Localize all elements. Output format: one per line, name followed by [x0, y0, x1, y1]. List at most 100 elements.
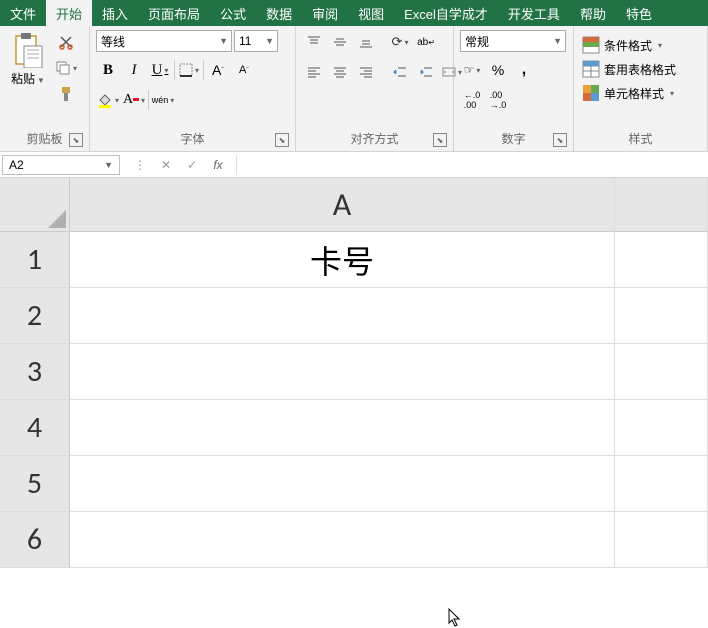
percent-button[interactable]: % [486, 58, 510, 82]
indent-decrease-button[interactable] [388, 60, 412, 84]
table-format-button[interactable]: 套用表格格式 [580, 58, 678, 80]
formula-input[interactable] [241, 156, 708, 174]
tab-7[interactable]: 视图 [348, 0, 394, 26]
fx-button[interactable]: fx [206, 155, 230, 175]
tab-8[interactable]: Excel自学成才 [394, 0, 498, 26]
cell-B6[interactable] [615, 512, 708, 568]
fb-enter-button[interactable]: ✓ [180, 155, 204, 175]
fill-color-button[interactable]: ▾ [96, 88, 120, 112]
chevron-down-icon: ▼ [262, 36, 277, 46]
group-label-clipboard: 剪贴板 [26, 132, 62, 146]
font-name-combo[interactable]: 等线▼ [96, 30, 232, 52]
wrap-text-button[interactable]: ab↵ [414, 30, 438, 54]
row-header-1[interactable]: 1 [0, 232, 70, 288]
fb-dots-button[interactable]: ⋮ [128, 155, 152, 175]
dialog-launcher[interactable]: ⬊ [275, 133, 289, 147]
cell-B1[interactable] [615, 232, 708, 288]
scissors-icon [58, 34, 74, 50]
conditional-format-button[interactable]: 条件格式▾ [580, 34, 664, 56]
tab-1[interactable]: 开始 [46, 0, 92, 26]
table-label: 套用表格格式 [604, 61, 676, 78]
currency-icon: ☞ [464, 63, 475, 77]
bold-button[interactable]: B [96, 58, 120, 82]
font-shrink-button[interactable]: Aˇ [232, 58, 256, 82]
fb-cancel-button[interactable]: ✕ [154, 155, 178, 175]
row-header-5[interactable]: 5 [0, 456, 70, 512]
cell-B2[interactable] [615, 288, 708, 344]
border-button[interactable]: ▾ [177, 58, 201, 82]
tab-4[interactable]: 公式 [210, 0, 256, 26]
row-header-2[interactable]: 2 [0, 288, 70, 344]
orientation-button[interactable]: ⟳▾ [388, 30, 412, 54]
paste-button[interactable]: 粘贴▼ [6, 30, 50, 89]
align-middle-button[interactable] [328, 30, 352, 54]
tab-11[interactable]: 特色 [616, 0, 662, 26]
table-icon [582, 60, 600, 78]
border-icon [179, 63, 193, 77]
italic-button[interactable]: I [122, 58, 146, 82]
align-bottom-icon [359, 35, 373, 49]
underline-button[interactable]: U▾ [148, 58, 172, 82]
format-painter-button[interactable] [54, 82, 78, 106]
chevron-down-icon: ▾ [195, 66, 199, 75]
cell-A1[interactable]: 卡号 [70, 232, 615, 288]
align-center-button[interactable] [328, 60, 352, 84]
cell-A6[interactable] [70, 512, 615, 568]
col-header-A[interactable]: A [70, 178, 615, 232]
name-box[interactable]: A2▼ [2, 155, 120, 175]
group-label-align: 对齐方式 [350, 132, 398, 146]
group-styles: 条件格式▾ 套用表格格式 单元格样式▾ 样式 [574, 26, 708, 151]
font-size-combo[interactable]: 11▼ [234, 30, 278, 52]
cut-button[interactable] [54, 30, 78, 54]
font-grow-button[interactable]: Aˆ [206, 58, 230, 82]
copy-button[interactable]: ▾ [54, 56, 78, 80]
cell-style-icon [582, 84, 600, 102]
cell-A3[interactable] [70, 344, 615, 400]
number-format: 常规 [461, 33, 493, 50]
currency-button[interactable]: ☞▾ [460, 58, 484, 82]
orientation-icon: ⟳ [392, 34, 403, 50]
cell-B4[interactable] [615, 400, 708, 456]
indent-increase-button[interactable] [414, 60, 438, 84]
col-header-B[interactable] [615, 178, 708, 232]
row-header-4[interactable]: 4 [0, 400, 70, 456]
chevron-down-icon: ▾ [670, 89, 674, 98]
cell-B5[interactable] [615, 456, 708, 512]
align-right-icon [359, 65, 373, 79]
tab-2[interactable]: 插入 [92, 0, 138, 26]
align-bottom-button[interactable] [354, 30, 378, 54]
decimal-decrease-button[interactable]: .00→.0 [486, 88, 510, 112]
cell-style-button[interactable]: 单元格样式▾ [580, 82, 676, 104]
tab-10[interactable]: 帮助 [570, 0, 616, 26]
ribbon: 粘贴▼ ▾ 剪贴板 ⬊ 等线▼ 11▼ B I U▾ ▾ Aˆ [0, 26, 708, 152]
comma-button[interactable]: , [512, 58, 536, 82]
select-all-corner[interactable] [0, 178, 70, 232]
align-left-button[interactable] [302, 60, 326, 84]
number-format-combo[interactable]: 常规▼ [460, 30, 566, 52]
row-header-3[interactable]: 3 [0, 344, 70, 400]
tab-9[interactable]: 开发工具 [498, 0, 570, 26]
align-right-button[interactable] [354, 60, 378, 84]
conditional-label: 条件格式 [604, 37, 652, 54]
group-label-styles: 样式 [628, 132, 652, 146]
dialog-launcher[interactable]: ⬊ [69, 133, 83, 147]
bucket-icon [97, 92, 113, 108]
decimal-increase-button[interactable]: ←.0.00 [460, 88, 484, 112]
tab-5[interactable]: 数据 [256, 0, 302, 26]
chevron-down-icon: ▾ [404, 38, 408, 47]
phonetic-button[interactable]: wén▾ [151, 88, 175, 112]
align-top-button[interactable] [302, 30, 326, 54]
cell-A2[interactable] [70, 288, 615, 344]
dialog-launcher[interactable]: ⬊ [433, 133, 447, 147]
cell-A4[interactable] [70, 400, 615, 456]
cell-A5[interactable] [70, 456, 615, 512]
tab-3[interactable]: 页面布局 [138, 0, 210, 26]
copy-icon [55, 60, 71, 76]
chevron-down-icon: ▼ [104, 160, 113, 170]
font-color-button[interactable]: A▾ [122, 88, 146, 112]
tab-0[interactable]: 文件 [0, 0, 46, 26]
cell-B3[interactable] [615, 344, 708, 400]
tab-6[interactable]: 审阅 [302, 0, 348, 26]
row-header-6[interactable]: 6 [0, 512, 70, 568]
dialog-launcher[interactable]: ⬊ [553, 133, 567, 147]
